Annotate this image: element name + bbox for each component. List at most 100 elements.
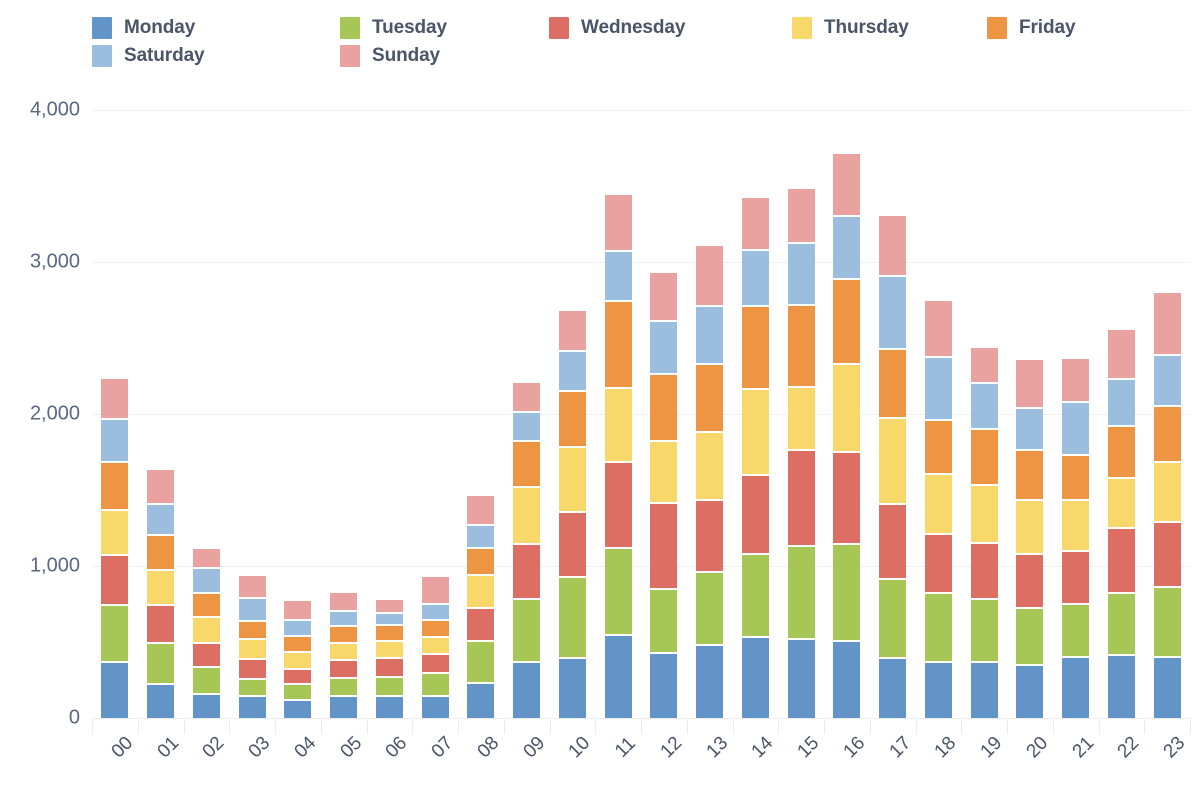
bar-stack[interactable] [833,154,861,718]
bar-segment-monday[interactable] [833,642,861,718]
bar-segment-saturday[interactable] [787,243,815,307]
bar-segment-tuesday[interactable] [330,679,358,698]
bar-segment-wednesday[interactable] [741,475,769,555]
bar-segment-sunday[interactable] [421,576,449,605]
bar-segment-thursday[interactable] [924,474,952,535]
bar-segment-friday[interactable] [1153,407,1181,463]
bar-segment-sunday[interactable] [924,300,952,358]
bar-segment-wednesday[interactable] [604,463,632,550]
bar-segment-tuesday[interactable] [192,667,220,696]
bar-segment-monday[interactable] [284,701,312,718]
bar-segment-tuesday[interactable] [238,680,266,697]
bar-segment-wednesday[interactable] [1062,551,1090,605]
bar-segment-sunday[interactable] [101,379,129,421]
bar-stack[interactable] [741,198,769,718]
bar-stack[interactable] [879,215,907,718]
legend-item-friday[interactable]: Friday [987,14,1076,42]
bar-segment-wednesday[interactable] [1016,555,1044,610]
bar-segment-sunday[interactable] [604,195,632,253]
bar-segment-saturday[interactable] [1107,379,1135,427]
bar-segment-monday[interactable] [1153,657,1181,718]
bar-segment-friday[interactable] [650,375,678,443]
bar-segment-saturday[interactable] [741,250,769,307]
bar-segment-thursday[interactable] [741,389,769,476]
bar-segment-saturday[interactable] [192,569,220,595]
bar-segment-saturday[interactable] [467,525,495,549]
bar-segment-monday[interactable] [696,645,724,718]
bar-segment-sunday[interactable] [970,347,998,385]
bar-segment-friday[interactable] [741,306,769,390]
bar-segment-tuesday[interactable] [879,579,907,659]
bar-stack[interactable] [467,496,495,718]
bar-segment-friday[interactable] [1062,455,1090,502]
bar-segment-tuesday[interactable] [101,605,129,664]
bar-stack[interactable] [1153,293,1181,718]
bar-segment-saturday[interactable] [650,322,678,376]
bar-segment-saturday[interactable] [879,276,907,351]
bar-segment-friday[interactable] [375,626,403,643]
bar-segment-friday[interactable] [284,637,312,654]
legend-item-wednesday[interactable]: Wednesday [549,14,685,42]
bar-segment-saturday[interactable] [1153,355,1181,408]
bar-segment-saturday[interactable] [970,384,998,430]
bar-stack[interactable] [970,347,998,718]
bar-segment-sunday[interactable] [513,382,541,413]
bar-segment-friday[interactable] [467,548,495,576]
bar-stack[interactable] [101,379,129,718]
bar-segment-friday[interactable] [147,535,175,571]
bar-segment-monday[interactable] [513,663,541,718]
bar-segment-tuesday[interactable] [1062,604,1090,658]
bar-segment-thursday[interactable] [833,365,861,453]
bar-segment-thursday[interactable] [1153,462,1181,524]
bar-segment-thursday[interactable] [1016,501,1044,556]
bar-segment-monday[interactable] [924,663,952,718]
bar-segment-saturday[interactable] [513,412,541,443]
bar-segment-wednesday[interactable] [833,452,861,546]
bar-segment-thursday[interactable] [375,642,403,659]
bar-segment-sunday[interactable] [1107,329,1135,380]
bar-segment-sunday[interactable] [741,198,769,251]
bar-segment-friday[interactable] [330,626,358,644]
bar-segment-tuesday[interactable] [147,644,175,685]
bar-segment-thursday[interactable] [284,653,312,671]
bar-segment-thursday[interactable] [467,575,495,610]
bar-segment-sunday[interactable] [192,548,220,570]
bar-segment-wednesday[interactable] [1153,523,1181,589]
bar-segment-monday[interactable] [879,658,907,718]
bar-segment-thursday[interactable] [879,418,907,506]
bar-segment-friday[interactable] [192,594,220,619]
bar-stack[interactable] [787,189,815,718]
bar-segment-wednesday[interactable] [284,670,312,685]
bar-segment-wednesday[interactable] [330,661,358,680]
bar-segment-thursday[interactable] [558,448,586,513]
bar-segment-thursday[interactable] [650,442,678,505]
bar-segment-friday[interactable] [787,306,815,389]
bar-segment-friday[interactable] [238,621,266,640]
bar-segment-saturday[interactable] [1062,402,1090,456]
bar-segment-thursday[interactable] [101,510,129,557]
bar-segment-monday[interactable] [238,696,266,718]
bar-segment-wednesday[interactable] [375,658,403,678]
bar-segment-tuesday[interactable] [421,673,449,698]
bar-segment-friday[interactable] [879,350,907,419]
bar-segment-tuesday[interactable] [787,547,815,641]
bar-segment-thursday[interactable] [147,570,175,607]
bar-segment-friday[interactable] [513,442,541,488]
bar-segment-monday[interactable] [1016,665,1044,718]
bar-stack[interactable] [696,246,724,718]
bar-segment-friday[interactable] [970,430,998,487]
bar-segment-sunday[interactable] [375,600,403,614]
bar-segment-monday[interactable] [650,654,678,718]
bar-segment-tuesday[interactable] [513,600,541,664]
bar-segment-saturday[interactable] [696,306,724,366]
bar-segment-friday[interactable] [558,392,586,449]
bar-segment-friday[interactable] [1016,451,1044,502]
bar-segment-tuesday[interactable] [604,549,632,636]
bar-segment-tuesday[interactable] [467,642,495,684]
bar-segment-sunday[interactable] [879,215,907,277]
bar-segment-saturday[interactable] [421,604,449,621]
bar-segment-monday[interactable] [101,663,129,718]
bar-segment-wednesday[interactable] [192,643,220,668]
bar-segment-thursday[interactable] [421,638,449,655]
bar-segment-tuesday[interactable] [696,572,724,646]
